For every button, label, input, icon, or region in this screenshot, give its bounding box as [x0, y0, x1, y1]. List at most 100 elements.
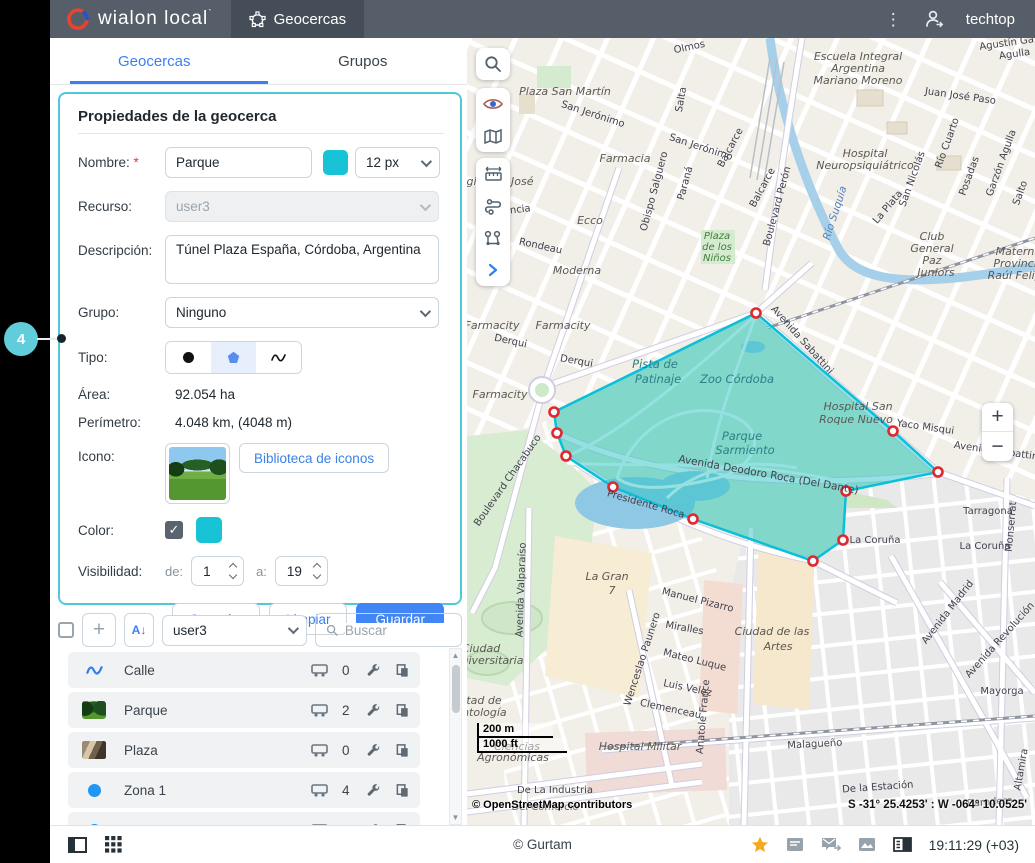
tab-geocercas[interactable]: Geocercas — [50, 38, 259, 84]
svg-text:Pista de: Pista de — [632, 357, 678, 371]
list-scrollbar[interactable]: ▲ ▼ — [449, 648, 462, 825]
svg-text:La Coruña: La Coruña — [850, 535, 901, 546]
fill-color-swatch[interactable] — [196, 517, 222, 543]
map-scale: 200 m 1000 ft — [477, 723, 567, 753]
icon-library-button[interactable]: Biblioteca de iconos — [239, 443, 389, 473]
list-item-parque[interactable]: Parque 2 — [68, 692, 420, 728]
geofence-type-segment — [165, 341, 302, 374]
visibility-eye-button[interactable] — [476, 88, 510, 120]
name-input[interactable] — [165, 147, 312, 178]
svg-text:Artes: Artes — [763, 640, 793, 653]
list-item-zona-2[interactable]: Zona 2 1 — [68, 812, 420, 825]
description-label: Descripción: — [78, 235, 165, 258]
tab-grupos[interactable]: Grupos — [259, 38, 468, 84]
units-icon — [311, 743, 328, 757]
map-area[interactable]: OlmosPlaza San MartínSan JerónimoSaltaSa… — [467, 38, 1035, 825]
svg-text:de los: de los — [702, 242, 732, 253]
scroll-up-icon[interactable]: ▲ — [452, 651, 460, 660]
expand-tools-button[interactable] — [476, 254, 510, 286]
geofences-panel: Geocercas Grupos Propiedades de la geoce… — [50, 38, 467, 825]
svg-text:Hospital Militar: Hospital Militar — [599, 740, 683, 753]
visibility-to-stepper[interactable]: 19 — [275, 556, 328, 586]
split-view-icon[interactable] — [893, 837, 912, 852]
resource-filter-select[interactable]: user3 — [162, 615, 307, 646]
copy-icon[interactable] — [395, 703, 410, 718]
type-line-button[interactable] — [256, 342, 301, 373]
plaza-thumbnail-icon — [82, 741, 106, 759]
scroll-down-icon[interactable]: ▼ — [452, 813, 460, 822]
image-icon[interactable] — [858, 837, 876, 852]
description-textarea[interactable]: Túnel Plaza España, Córdoba, Argentina — [165, 235, 439, 284]
ruler-button[interactable] — [476, 158, 510, 190]
type-point-button[interactable] — [166, 342, 211, 373]
svg-text:Farmacity: Farmacity — [467, 319, 520, 332]
svg-text:7: 7 — [609, 584, 616, 597]
color-checkbox[interactable]: ✓ — [165, 521, 183, 539]
visibility-from-stepper[interactable]: 1 — [191, 556, 244, 586]
wrench-icon[interactable] — [366, 703, 381, 718]
svg-text:Farmacity: Farmacity — [536, 319, 591, 332]
add-geofence-button[interactable]: + — [82, 613, 116, 647]
zoom-out-button[interactable]: − — [982, 432, 1013, 461]
svg-text:ontología: ontología — [467, 706, 507, 719]
scale-metric: 200 m — [477, 723, 553, 738]
nearest-units-button[interactable] — [476, 222, 510, 254]
zoom-in-button[interactable]: + — [982, 403, 1013, 432]
line-width-select[interactable]: 12 px — [355, 147, 440, 178]
list-item-calle[interactable]: Calle 0 — [68, 652, 420, 688]
mail-icon[interactable] — [821, 837, 841, 852]
route-button[interactable] — [476, 190, 510, 222]
name-label: Nombre: * — [78, 155, 165, 170]
polygon-icon — [227, 351, 240, 364]
notes-icon[interactable] — [786, 837, 804, 852]
kebab-menu-icon[interactable]: ⋮ — [885, 11, 902, 28]
units-count: 0 — [342, 743, 352, 758]
svg-text:Ecco: Ecco — [577, 214, 603, 227]
list-item-zona-1[interactable]: Zona 1 4 — [68, 772, 420, 808]
app-tab-geocercas[interactable]: Geocercas — [231, 0, 365, 38]
sort-button[interactable]: A↓ — [124, 613, 154, 647]
map-search-control — [476, 48, 510, 80]
units-icon — [311, 703, 328, 717]
geofence-name: Zona 1 — [124, 783, 166, 798]
group-select[interactable]: Ninguno — [165, 297, 439, 328]
svg-text:Patinaje: Patinaje — [635, 372, 681, 386]
list-item-plaza[interactable]: Plaza 0 — [68, 732, 420, 768]
wialon-logo: wialon localˋ — [50, 7, 231, 31]
units-count: 0 — [342, 663, 352, 678]
search-field[interactable] — [315, 613, 462, 647]
copy-icon[interactable] — [395, 663, 410, 678]
wrench-icon[interactable] — [366, 783, 381, 798]
step-down-icon[interactable] — [313, 571, 321, 579]
svg-text:La Gran: La Gran — [585, 570, 628, 583]
area-label: Área: — [78, 387, 165, 402]
map-canvas[interactable]: OlmosPlaza San MartínSan JerónimoSaltaSa… — [467, 38, 1035, 825]
units-count: 2 — [342, 703, 352, 718]
line-color-swatch[interactable] — [323, 150, 348, 175]
type-label: Tipo: — [78, 350, 165, 365]
user-icon[interactable] — [924, 9, 944, 29]
route-icon — [484, 198, 503, 215]
map-tool-controls — [476, 158, 510, 286]
favorites-star-icon[interactable] — [751, 836, 769, 853]
apps-grid-icon[interactable] — [105, 836, 122, 853]
geofence-name: Plaza — [124, 743, 158, 758]
map-search-button[interactable] — [476, 48, 510, 80]
logo-text: wialon localˋ — [98, 8, 213, 30]
scrollbar-thumb[interactable] — [452, 665, 460, 713]
step-down-icon[interactable] — [229, 571, 237, 579]
geofence-icon-thumbnail[interactable] — [165, 443, 230, 504]
select-all-checkbox[interactable] — [58, 622, 74, 638]
copy-icon[interactable] — [395, 783, 410, 798]
search-input[interactable] — [345, 623, 451, 638]
from-label: de: — [165, 564, 183, 579]
username[interactable]: techtop — [966, 11, 1015, 28]
toggle-panel-icon[interactable] — [68, 837, 87, 853]
map-layers-button[interactable] — [476, 120, 510, 152]
wrench-icon[interactable] — [366, 743, 381, 758]
type-polygon-button[interactable] — [211, 342, 256, 373]
perimeter-value: 4.048 km, (4048 m) — [175, 415, 292, 430]
copyright: © Gurtam — [513, 837, 572, 852]
wrench-icon[interactable] — [366, 663, 381, 678]
copy-icon[interactable] — [395, 743, 410, 758]
